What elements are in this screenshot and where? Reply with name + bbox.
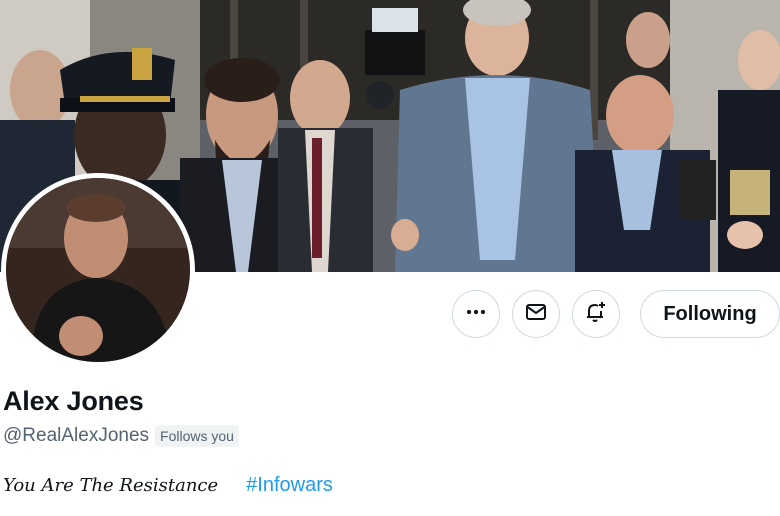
- profile-name: Alex Jones: [3, 386, 144, 416]
- bio-text: You Are The Resistance: [3, 475, 219, 496]
- profile-actions: Following: [452, 290, 780, 338]
- avatar-photo: [6, 178, 190, 362]
- handle-row: @RealAlexJones Follows you: [3, 425, 239, 447]
- bio-hashtag-link[interactable]: #Infowars: [246, 474, 333, 497]
- follows-you-badge: Follows you: [155, 425, 239, 447]
- profile-bio: You Are The Resistance #Infowars: [3, 474, 333, 497]
- profile-handle: @RealAlexJones: [3, 425, 150, 446]
- following-button[interactable]: Following: [640, 290, 780, 338]
- bell-plus-icon: [584, 300, 608, 329]
- notify-button[interactable]: [572, 290, 620, 338]
- envelope-icon: [525, 301, 547, 328]
- following-label: Following: [663, 302, 757, 325]
- avatar[interactable]: [1, 173, 195, 367]
- more-horizontal-icon: [465, 301, 487, 328]
- message-button[interactable]: [512, 290, 560, 338]
- more-button[interactable]: [452, 290, 500, 338]
